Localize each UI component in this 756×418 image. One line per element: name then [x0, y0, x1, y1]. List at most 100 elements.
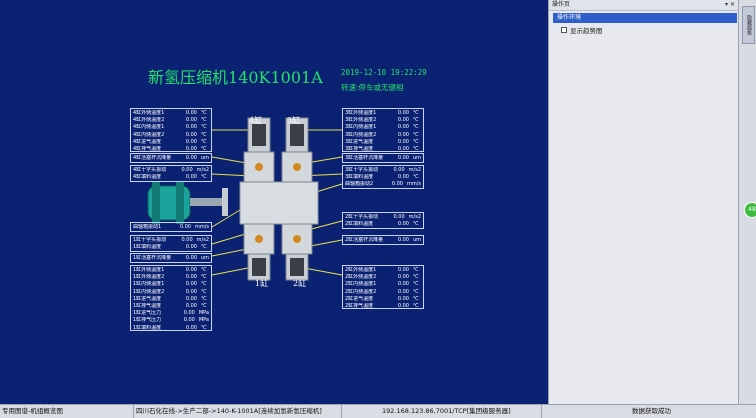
floating-action-button[interactable]: 48	[744, 202, 756, 218]
reading-value: 0.00	[397, 124, 409, 131]
show-trend-chart-option[interactable]: 显示趋势图	[561, 25, 739, 35]
reading-label: 2缸外侧温度1	[345, 267, 377, 273]
reading-label: 2缸填料温度	[345, 221, 374, 228]
reading-value: 0.00	[391, 181, 403, 188]
reading-value: 0.00	[397, 267, 409, 273]
cylinder-1	[243, 223, 275, 281]
reading-row: 2缸外侧温度1 0.00 ℃	[345, 267, 421, 274]
cylinder-3	[281, 117, 313, 183]
reading-unit: m/s2	[196, 237, 209, 243]
reading-label: 1缸填料温度	[133, 244, 162, 251]
show-trend-chart-label: 显示趋势图	[570, 27, 603, 35]
reading-unit: ℃	[201, 174, 207, 181]
reading-label: 3缸填料温度	[345, 174, 374, 181]
reading-row: 4缸活塞杆沉降量 0.00 um	[133, 155, 209, 162]
reading-label: 4缸十字头振动	[133, 167, 167, 173]
reading-label: 4缸活塞杆沉降量	[133, 155, 172, 161]
right-dock: 隐藏面板 48	[738, 0, 756, 404]
reading-unit: MPa	[198, 317, 209, 324]
reading-row: 1缸进气压力 0.00 MPa	[133, 310, 209, 317]
reading-row: 3缸进气温度 0.00 ℃	[345, 139, 421, 146]
reading-value: 0.00	[393, 167, 405, 173]
reading-label: 3缸外侧温度1	[345, 110, 377, 116]
reading-row: 2缸进气温度 0.00 ℃	[345, 296, 421, 303]
reading-value: 0.00	[397, 274, 409, 281]
reading-label: 1缸填料温度	[133, 324, 162, 331]
reading-label: 4缸外侧温度2	[133, 117, 165, 124]
reading-unit: mm/s	[406, 181, 421, 188]
reading-unit: ℃	[201, 281, 207, 288]
tab-hidden-panel[interactable]: 隐藏面板	[742, 6, 755, 44]
reading-row: 2缸排气温度 0.00 ℃	[345, 303, 421, 310]
reading-value: 0.00	[185, 267, 197, 273]
reading-unit: m/s2	[408, 167, 421, 173]
reading-value: 0.00	[397, 131, 409, 138]
reading-unit: ℃	[201, 244, 207, 251]
reading-row: 4缸填料温度 0.00 ℃	[133, 174, 209, 181]
reading-row: 4缸外侧温度1 0.00 ℃	[133, 110, 209, 117]
reading-unit: ℃	[413, 267, 419, 273]
reading-unit: um	[412, 155, 421, 161]
reading-row: 4缸内侧温度2 0.00 ℃	[133, 132, 209, 139]
reading-row: 1缸填料温度 0.00 ℃	[133, 325, 209, 332]
checkbox-icon[interactable]	[561, 27, 567, 33]
reading-row: 1缸进气温度 0.00 ℃	[133, 296, 209, 303]
reading-unit: ℃	[413, 288, 419, 295]
reading-value: 0.00	[185, 155, 197, 161]
reading-unit: ℃	[413, 174, 419, 181]
reading-value: 0.00	[397, 288, 409, 295]
reading-label: 3缸内侧温度1	[345, 124, 377, 131]
reading-label: 2缸活塞杆沉降量	[345, 237, 384, 243]
side-panel-header: 操作页 ▾ ✕	[549, 0, 739, 11]
cylinder-4-temperature-panel: 4缸外侧温度1 0.00 ℃ 4缸外侧温度2 0.00 ℃ 4缸内侧温度1 0.00 ℃ 4缸内侧…	[130, 108, 212, 152]
reading-value: 0.00	[181, 237, 193, 243]
reading-label: 1缸内侧温度1	[133, 281, 165, 288]
tab-operation-environment[interactable]: 操作环境	[553, 13, 737, 23]
cylinder-3-label: 3缸	[287, 116, 301, 125]
reading-unit: ℃	[201, 117, 207, 124]
reading-label: 2缸内侧温度2	[345, 288, 377, 295]
reading-unit: ℃	[201, 295, 207, 302]
reading-row: 3缸外侧温度2 0.00 ℃	[345, 117, 421, 124]
reading-label: 曲轴箱振动1	[133, 224, 162, 230]
cylinder-2-settlement-panel: 2缸活塞杆沉降量 0.00 um	[342, 235, 424, 245]
reading-unit: um	[200, 255, 209, 261]
reading-value: 0.00	[397, 117, 409, 124]
status-path: 四川石化在线->生产二部->140-K-1001A[连续加氢新氢压缩机]	[134, 405, 342, 418]
reading-row: 1缸排气压力 0.00 MPa	[133, 317, 209, 324]
reading-row: 1缸十字头振动 0.00 m/s2	[133, 237, 209, 244]
reading-label: 1缸进气压力	[133, 310, 162, 317]
reading-unit: ℃	[201, 110, 207, 116]
reading-unit: ℃	[201, 138, 207, 145]
cylinder-2	[281, 223, 313, 281]
reading-value: 0.00	[185, 295, 197, 302]
operation-side-panel: 操作页 ▾ ✕ 操作环境 显示趋势图	[548, 0, 739, 404]
reading-label: 3缸内侧温度2	[345, 131, 377, 138]
reading-unit: ℃	[201, 288, 207, 295]
side-panel-controls[interactable]: ▾ ✕	[725, 0, 739, 10]
cylinder-2-temperature-panel: 2缸外侧温度1 0.00 ℃ 2缸外侧温度2 0.00 ℃ 2缸内侧温度1 0.00 ℃ 2缸内侧…	[342, 265, 424, 309]
reading-value: 0.00	[397, 237, 409, 243]
reading-value: 0.00	[397, 138, 409, 145]
reading-value: 0.00	[185, 117, 197, 124]
reading-row: 4缸外侧温度2 0.00 ℃	[133, 117, 209, 124]
reading-unit: ℃	[413, 274, 419, 281]
status-server: 192.168.123.86,7001/TCP[集团级服务器]	[342, 405, 542, 418]
reading-label: 2缸外侧温度2	[345, 274, 377, 281]
diagram-area: 新氢压缩机140K1001A 2019-12-10 19:22:29 转速:停车…	[0, 0, 548, 404]
reading-unit: ℃	[413, 221, 419, 228]
reading-unit: m/s2	[196, 167, 209, 173]
reading-row: 1缸外侧温度1 0.00 ℃	[133, 267, 209, 274]
cylinder-1-vibration-panel: 1缸十字头振动 0.00 m/s2 1缸填料温度 0.00 ℃	[130, 235, 212, 252]
reading-label: 2缸排气温度	[345, 302, 374, 309]
reading-unit: ℃	[413, 110, 419, 116]
reading-label: 2缸十字头振动	[345, 214, 379, 220]
cylinder-1-temperature-panel: 1缸外侧温度1 0.00 ℃ 1缸外侧温度2 0.00 ℃ 1缸内侧温度1 0.00 ℃ 1缸内侧…	[130, 265, 212, 331]
reading-label: 1缸外侧温度1	[133, 267, 165, 273]
reading-unit: ℃	[413, 117, 419, 124]
reading-unit: mm/s	[194, 224, 209, 230]
reading-value: 0.00	[183, 310, 195, 317]
reading-value: 0.00	[185, 302, 197, 309]
reading-row: 1缸活塞杆沉降量 0.00 um	[133, 255, 209, 262]
reading-label: 1缸十字头振动	[133, 237, 167, 243]
